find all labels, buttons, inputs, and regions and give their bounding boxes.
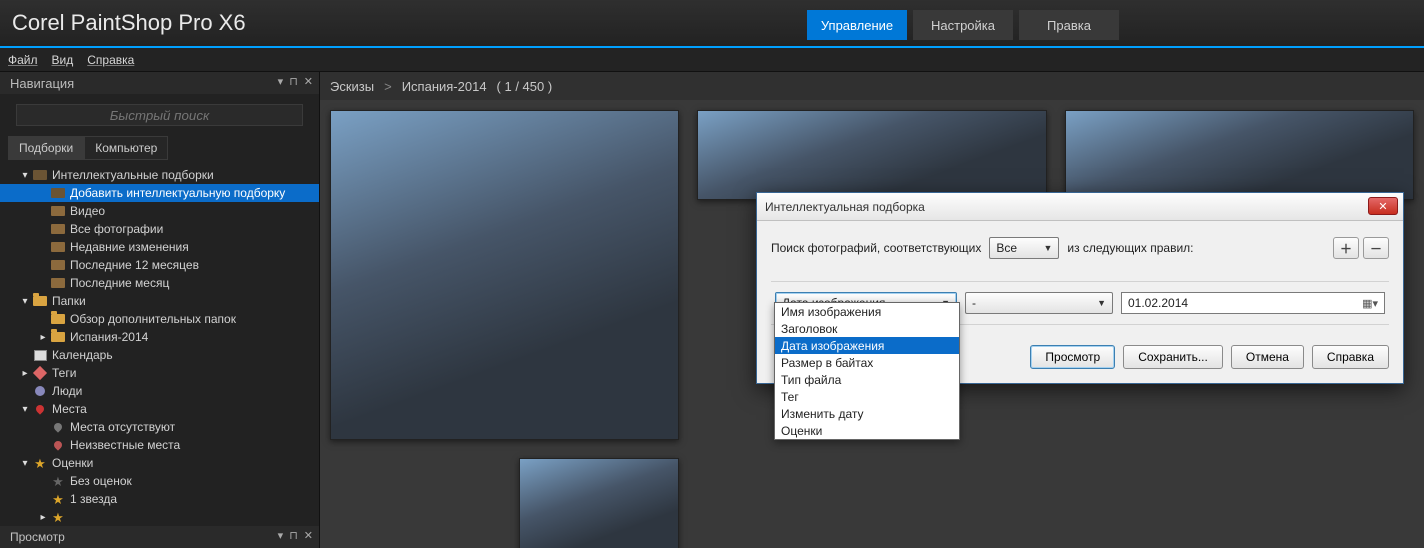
field-dropdown[interactable]: Имя изображенияЗаголовокДата изображения… <box>774 302 960 440</box>
nav-tabs: Подборки Компьютер <box>0 136 319 160</box>
tab-manage[interactable]: Управление <box>807 10 907 40</box>
menu-file[interactable]: Файл <box>8 53 38 67</box>
thumbnail[interactable] <box>697 110 1046 200</box>
panel-pin-icon[interactable]: ⊓ <box>289 529 298 542</box>
tree-recent-changes[interactable]: Недавние изменения <box>0 238 319 256</box>
tree-last-month[interactable]: Последние месяц <box>0 274 319 292</box>
tree-people[interactable]: Люди <box>0 382 319 400</box>
dropdown-option[interactable]: Изменить дату <box>775 405 959 422</box>
operator-select[interactable]: -▼ <box>965 292 1113 314</box>
dropdown-option[interactable]: Дата изображения <box>775 337 959 354</box>
tree-folders[interactable]: ▾Папки <box>0 292 319 310</box>
tree-last-12-months[interactable]: Последние 12 месяцев <box>0 256 319 274</box>
tree-add-smart[interactable]: Добавить интеллектуальную подборку <box>0 184 319 202</box>
tree-calendar[interactable]: Календарь <box>0 346 319 364</box>
menu-help[interactable]: Справка <box>87 53 134 67</box>
thumbnail[interactable] <box>519 458 679 548</box>
panel-pin-icon[interactable]: ⊓ <box>289 75 298 88</box>
tree-ratings[interactable]: ▾★Оценки <box>0 454 319 472</box>
nav-panel-header: Навигация ▾ ⊓ ✕ <box>0 72 319 94</box>
dropdown-option[interactable]: Тег <box>775 388 959 405</box>
mode-tabs: Управление Настройка Правка <box>807 10 1119 40</box>
add-rule-button[interactable]: ＋ <box>1333 237 1359 259</box>
nav-tree: ▾Интеллектуальные подборки Добавить инте… <box>0 160 319 526</box>
date-input[interactable]: 01.02.2014▦▾ <box>1121 292 1385 314</box>
tree-extra-folders[interactable]: Обзор дополнительных папок <box>0 310 319 328</box>
view-panel-header: Просмотр ▾ ⊓ ✕ <box>0 526 319 548</box>
dropdown-option[interactable]: Тип файла <box>775 371 959 388</box>
preview-button[interactable]: Просмотр <box>1030 345 1115 369</box>
tree-no-places[interactable]: Места отсутствуют <box>0 418 319 436</box>
menu-view[interactable]: Вид <box>52 53 74 67</box>
tree-spain[interactable]: ▸Испания-2014 <box>0 328 319 346</box>
app-title: Corel PaintShop Pro X6 <box>12 10 246 36</box>
dialog-title: Интеллектуальная подборка <box>765 200 925 214</box>
dialog-rules-label: из следующих правил: <box>1067 241 1193 255</box>
view-panel-title: Просмотр <box>10 530 65 544</box>
tab-edit[interactable]: Правка <box>1019 10 1119 40</box>
menu-bar: Файл Вид Справка <box>0 48 1424 72</box>
thumbnail[interactable] <box>1065 110 1414 200</box>
bc-thumbs[interactable]: Эскизы <box>330 79 374 94</box>
remove-rule-button[interactable]: － <box>1363 237 1389 259</box>
panel-close-icon[interactable]: ✕ <box>304 529 313 542</box>
help-button[interactable]: Справка <box>1312 345 1389 369</box>
cancel-button[interactable]: Отмена <box>1231 345 1304 369</box>
calendar-icon[interactable]: ▦▾ <box>1362 297 1378 310</box>
dropdown-option[interactable]: Имя изображения <box>775 303 959 320</box>
panel-menu-icon[interactable]: ▾ <box>278 529 284 542</box>
dialog-find-label: Поиск фотографий, соответствующих <box>771 241 981 255</box>
sidebar: Навигация ▾ ⊓ ✕ Подборки Компьютер ▾Инте… <box>0 72 320 548</box>
thumbnail[interactable] <box>330 110 679 440</box>
tab-adjust[interactable]: Настройка <box>913 10 1013 40</box>
panel-menu-icon[interactable]: ▾ <box>278 75 284 88</box>
tree-video[interactable]: Видео <box>0 202 319 220</box>
title-bar: Corel PaintShop Pro X6 Управление Настро… <box>0 0 1424 48</box>
tree-tags[interactable]: ▸Теги <box>0 364 319 382</box>
dropdown-option[interactable]: Оценки <box>775 422 959 439</box>
tree-no-rating[interactable]: ★Без оценок <box>0 472 319 490</box>
match-select[interactable]: Все▼ <box>989 237 1059 259</box>
nav-panel-title: Навигация <box>10 76 74 91</box>
bc-counter: ( 1 / 450 ) <box>497 79 553 94</box>
tree-places[interactable]: ▾Места <box>0 400 319 418</box>
dropdown-option[interactable]: Заголовок <box>775 320 959 337</box>
tree-one-star[interactable]: ★1 звезда <box>0 490 319 508</box>
tree-two-star[interactable]: ▸★ <box>0 508 319 526</box>
dropdown-option[interactable]: Размер в байтах <box>775 354 959 371</box>
nav-tab-picks[interactable]: Подборки <box>8 136 84 160</box>
search-input[interactable] <box>16 104 303 126</box>
save-button[interactable]: Сохранить... <box>1123 345 1223 369</box>
tree-unknown-places[interactable]: Неизвестные места <box>0 436 319 454</box>
tree-smart-collections[interactable]: ▾Интеллектуальные подборки <box>0 166 319 184</box>
dialog-titlebar[interactable]: Интеллектуальная подборка ✕ <box>757 193 1403 221</box>
tree-all-photos[interactable]: Все фотографии <box>0 220 319 238</box>
panel-close-icon[interactable]: ✕ <box>304 75 313 88</box>
dialog-close-button[interactable]: ✕ <box>1368 197 1398 215</box>
bc-folder[interactable]: Испания-2014 <box>402 79 487 94</box>
nav-tab-computer[interactable]: Компьютер <box>84 136 168 160</box>
breadcrumb: Эскизы > Испания-2014 ( 1 / 450 ) <box>320 72 1424 100</box>
